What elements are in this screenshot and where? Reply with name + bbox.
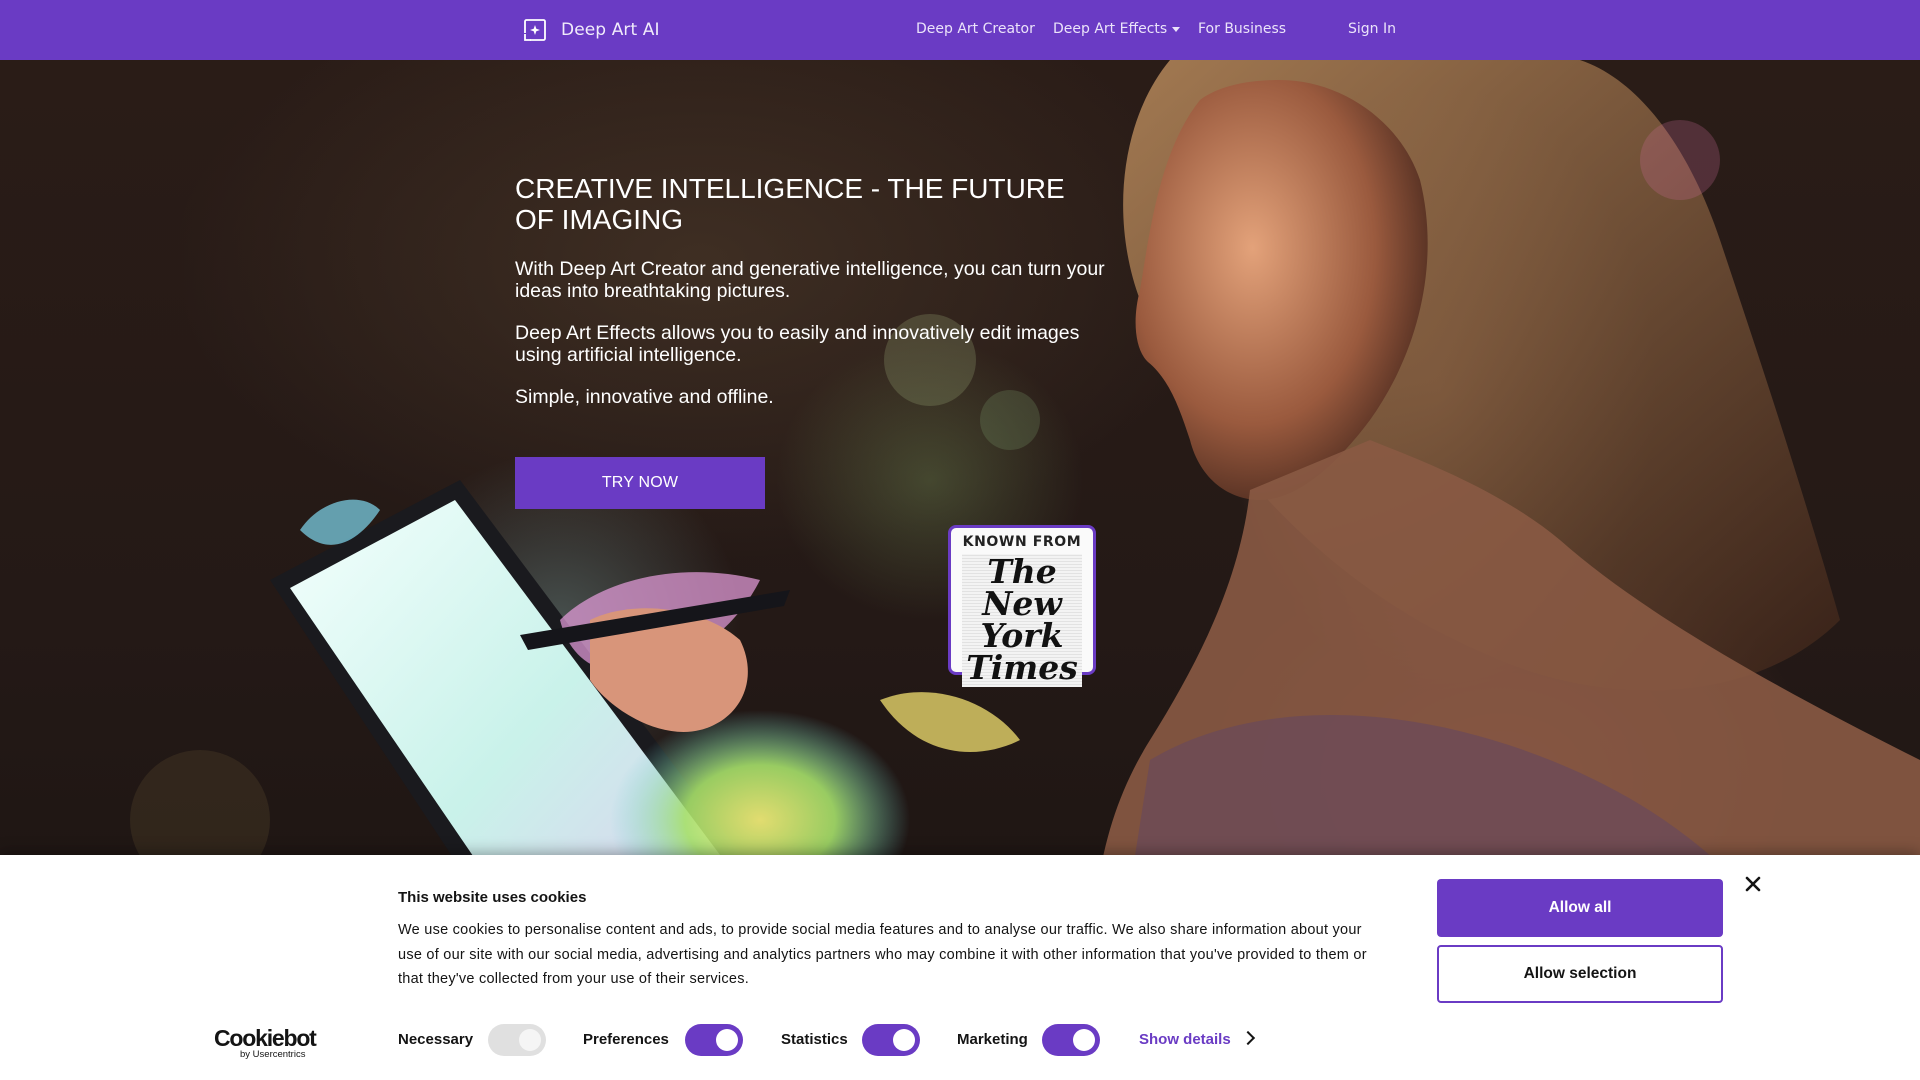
cookie-banner-title: This website uses cookies (398, 889, 587, 906)
caret-down-icon (1172, 26, 1181, 32)
nav-deep-art-creator[interactable]: Deep Art Creator (916, 21, 1035, 37)
allow-all-button[interactable]: Allow all (1437, 879, 1723, 937)
chevron-right-icon (1240, 1030, 1255, 1046)
top-navbar: Deep Art AI Deep Art Creator Deep Art Ef… (0, 0, 1920, 60)
toggle-knob (1073, 1029, 1095, 1051)
nyt-logo: The New York Times (962, 554, 1082, 687)
cookiebot-wordmark: Cookiebot (214, 1025, 317, 1051)
preferences-toggle[interactable] (685, 1024, 743, 1056)
hero-paragraph-tagline: Simple, innovative and offline. (515, 386, 774, 408)
necessary-label: Necessary (398, 1031, 474, 1048)
toggle-knob (893, 1029, 915, 1051)
brand-name: Deep Art AI (561, 20, 660, 40)
hero-paragraph-creator: With Deep Art Creator and generative int… (515, 258, 1105, 302)
nav-for-business[interactable]: For Business (1198, 21, 1286, 37)
nav-deep-art-effects[interactable]: Deep Art Effects (1053, 21, 1181, 37)
necessary-toggle (488, 1024, 546, 1056)
preferences-label: Preferences (583, 1031, 669, 1048)
cookiebot-logo: Cookiebot by Usercentrics (214, 1025, 317, 1061)
toggle-knob (519, 1029, 541, 1051)
hero-title: CREATIVE INTELLIGENCE - THE FUTURE OF IM… (515, 173, 1065, 235)
nav-sign-in[interactable]: Sign In (1348, 21, 1396, 37)
cookie-consent-banner: Cookiebot by Usercentrics This website u… (0, 855, 1920, 1080)
nav-deep-art-effects-label: Deep Art Effects (1053, 21, 1168, 37)
cookiebot-byline: by Usercentrics (240, 1049, 306, 1060)
marketing-label: Marketing (957, 1031, 1028, 1048)
hero-paragraph-effects: Deep Art Effects allows you to easily an… (515, 322, 1080, 366)
known-from-badge: KNOWN FROM The New York Times (948, 525, 1096, 687)
cookie-banner-text: We use cookies to personalise content an… (398, 922, 1367, 987)
brand-logo-icon (524, 19, 546, 41)
try-now-button[interactable]: TRY NOW (515, 457, 765, 509)
badge-heading: KNOWN FROM (962, 534, 1082, 550)
brand-link[interactable]: Deep Art AI (523, 16, 660, 44)
toggle-knob (716, 1029, 738, 1051)
statistics-label: Statistics (781, 1031, 848, 1048)
allow-selection-button[interactable]: Allow selection (1437, 945, 1723, 1003)
marketing-toggle[interactable] (1042, 1024, 1100, 1056)
show-details-label: Show details (1139, 1031, 1231, 1048)
close-icon[interactable] (1744, 875, 1762, 893)
show-details-link[interactable]: Show details (1139, 1030, 1255, 1048)
statistics-toggle[interactable] (862, 1024, 920, 1056)
